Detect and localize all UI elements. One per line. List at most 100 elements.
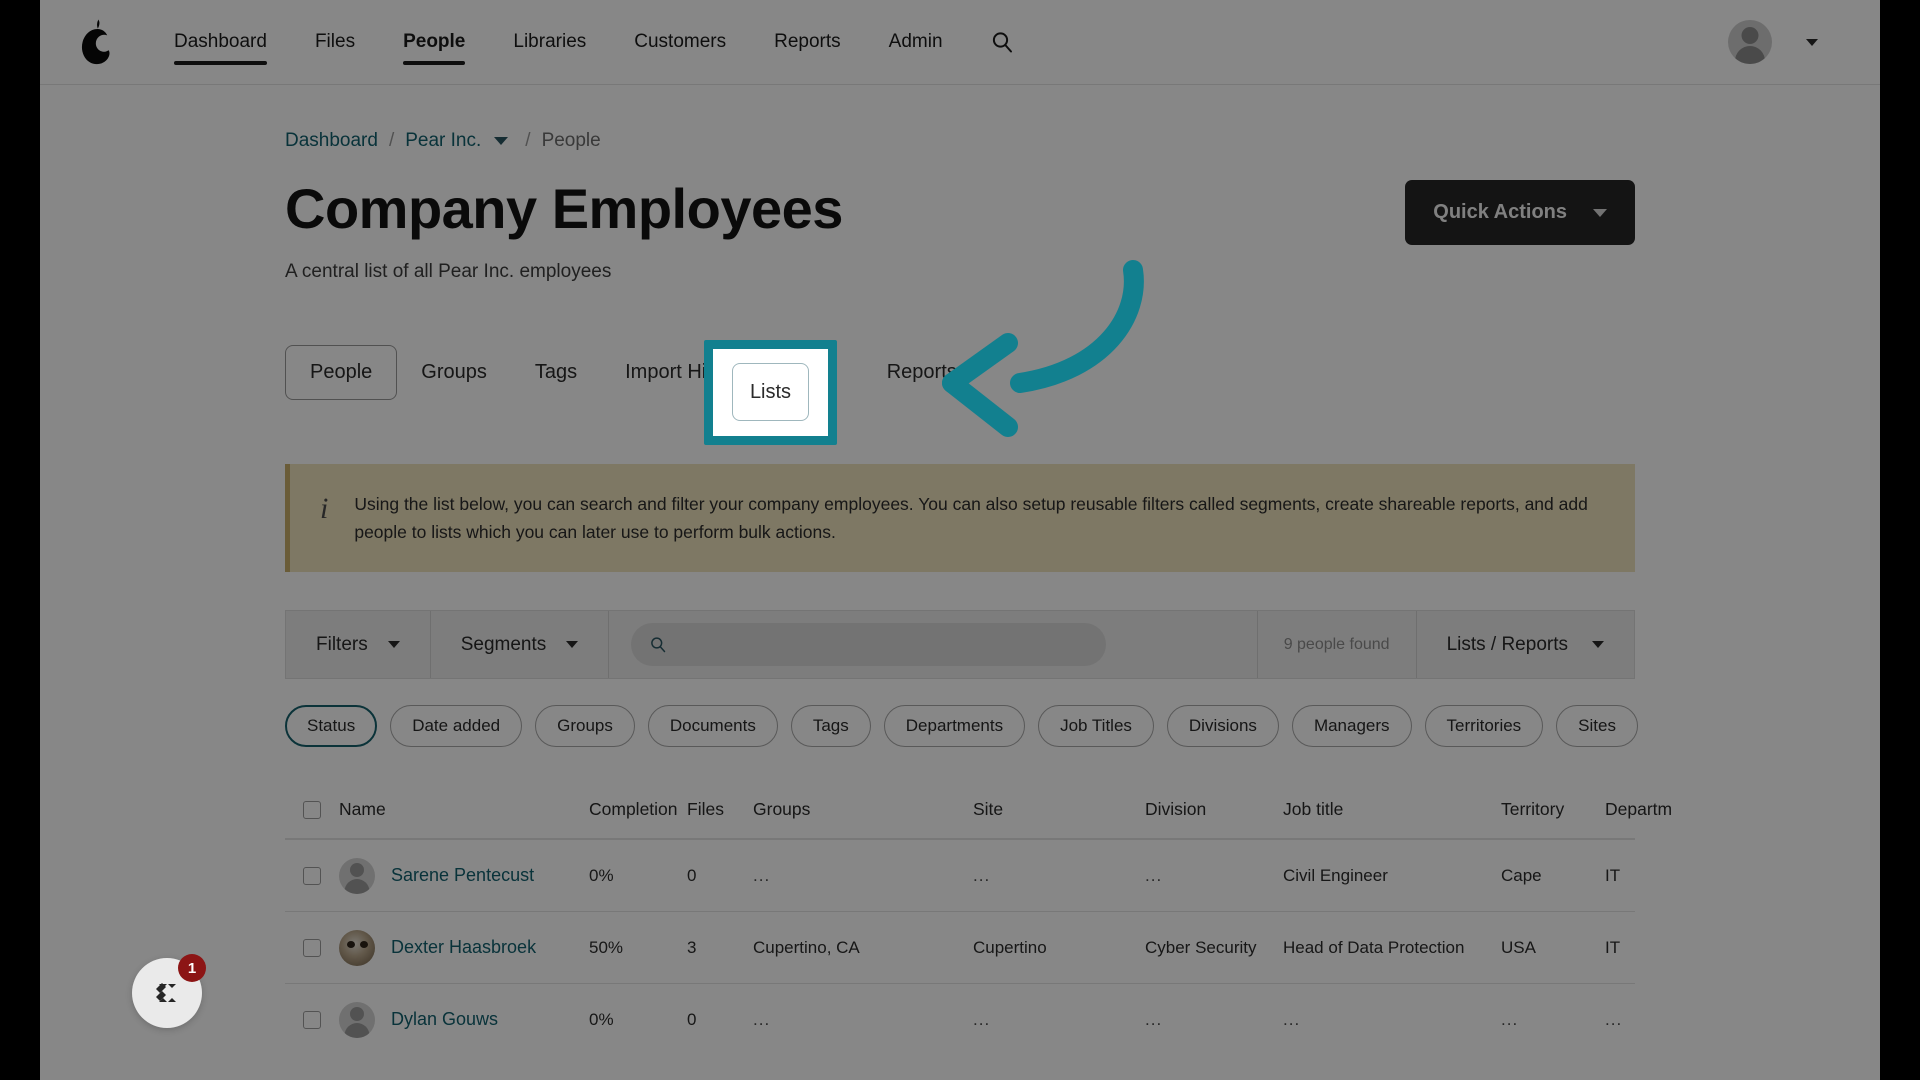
select-all-checkbox[interactable] [303,801,321,819]
lists-reports-dropdown[interactable]: Lists / Reports [1417,611,1634,678]
nav-item-dashboard[interactable]: Dashboard [150,1,291,83]
avatar [339,858,375,894]
column-header-name[interactable]: Name [339,799,589,820]
search-box[interactable] [631,623,1106,666]
chevron-down-icon [566,641,578,648]
page-subtitle: A central list of all Pear Inc. employee… [285,261,843,283]
screenshot-root: Dashboard Files People Libraries Custome… [0,0,1920,1080]
chevron-down-icon [1593,209,1607,217]
quick-actions-label: Quick Actions [1433,201,1567,224]
tab-tags[interactable]: Tags [511,346,601,399]
tab-label: Groups [421,361,487,383]
lists-reports-label: Lists / Reports [1447,634,1568,656]
chat-widget-button[interactable]: 1 [132,958,202,1028]
search-input[interactable] [679,635,1088,655]
filters-dropdown[interactable]: Filters [286,611,431,678]
chevron-down-icon[interactable] [494,137,508,145]
person-name-link[interactable]: Dylan Gouws [391,1009,498,1030]
chevron-down-icon[interactable] [1806,39,1818,46]
tab-label: Lists [750,381,791,404]
chevron-down-icon [388,641,400,648]
nav-label: Admin [889,31,943,52]
search-cell [609,611,1257,678]
row-completion: 0% [589,866,687,886]
column-header-groups[interactable]: Groups [753,799,973,820]
table-row[interactable]: Sarene Pentecust 0% 0 ... ... ... Civil … [285,839,1635,911]
row-name-cell: Sarene Pentecust [339,858,589,894]
row-site: ... [973,866,1145,886]
person-name-link[interactable]: Sarene Pentecust [391,865,534,886]
segments-dropdown[interactable]: Segments [431,611,610,678]
nav-right-cluster [1728,20,1848,64]
logo-link[interactable] [40,19,150,65]
chip-label: Date added [412,716,500,735]
nav-label: Libraries [513,31,586,52]
select-all-cell [285,801,339,819]
chip-managers[interactable]: Managers [1292,705,1412,747]
chip-groups[interactable]: Groups [535,705,635,747]
table-row[interactable]: Dexter Haasbroek 50% 3 Cupertino, CA Cup… [285,911,1635,983]
nav-item-reports[interactable]: Reports [750,1,865,83]
chat-unread-badge: 1 [178,954,206,982]
column-header-files[interactable]: Files [687,799,753,820]
quick-actions-button[interactable]: Quick Actions [1405,180,1635,245]
nav-item-customers[interactable]: Customers [610,1,750,83]
chip-label: Territories [1447,716,1522,735]
row-checkbox[interactable] [303,867,321,885]
column-header-department[interactable]: Departm [1605,799,1715,820]
row-department: IT [1605,938,1715,958]
column-header-job-title[interactable]: Job title [1283,799,1501,820]
nav-item-files[interactable]: Files [291,1,379,83]
avatar[interactable] [1728,20,1772,64]
chip-divisions[interactable]: Divisions [1167,705,1279,747]
row-territory: Cape [1501,866,1605,886]
chip-departments[interactable]: Departments [884,705,1025,747]
info-icon: i [320,490,328,524]
pear-logo-icon [78,19,112,65]
row-name-cell: Dylan Gouws [339,1002,589,1038]
chip-date-added[interactable]: Date added [390,705,522,747]
column-header-completion[interactable]: Completion [589,799,687,820]
row-job-title: Civil Engineer [1283,866,1501,886]
table-row[interactable]: Dylan Gouws 0% 0 ... ... ... ... ... ... [285,983,1635,1055]
chip-job-titles[interactable]: Job Titles [1038,705,1154,747]
chip-territories[interactable]: Territories [1425,705,1544,747]
filter-chip-row: Status Date added Groups Documents Tags … [285,705,1635,747]
breadcrumb-separator: / [525,130,530,152]
chip-status[interactable]: Status [285,705,377,747]
tab-groups[interactable]: Groups [397,346,511,399]
row-site: ... [973,1010,1145,1030]
table-header-row: Name Completion Files Groups Site Divisi… [285,781,1635,839]
nav-item-admin[interactable]: Admin [865,1,967,83]
search-icon[interactable] [985,25,1019,59]
breadcrumb-dashboard[interactable]: Dashboard [285,130,378,152]
row-checkbox[interactable] [303,1011,321,1029]
row-checkbox[interactable] [303,939,321,957]
row-completion: 0% [589,1010,687,1030]
tab-people[interactable]: People [285,345,397,400]
chip-label: Divisions [1189,716,1257,735]
chip-label: Tags [813,716,849,735]
column-header-site[interactable]: Site [973,799,1145,820]
people-table: Name Completion Files Groups Site Divisi… [285,781,1635,1055]
row-site: Cupertino [973,938,1145,958]
chip-tags[interactable]: Tags [791,705,871,747]
chip-documents[interactable]: Documents [648,705,778,747]
column-header-territory[interactable]: Territory [1501,799,1605,820]
avatar [339,930,375,966]
breadcrumb: Dashboard / Pear Inc. / People [285,85,1635,152]
tab-reports[interactable]: Reports [863,346,981,399]
breadcrumb-company[interactable]: Pear Inc. [405,130,481,152]
chip-label: Groups [557,716,613,735]
nav-item-libraries[interactable]: Libraries [489,1,610,83]
column-header-division[interactable]: Division [1145,799,1283,820]
filter-toolbar: Filters Segments [285,610,1635,679]
person-name-link[interactable]: Dexter Haasbroek [391,937,536,958]
nav-item-people[interactable]: People [379,1,489,83]
tab-lists[interactable]: Lists [732,363,809,421]
segments-label: Segments [461,634,547,656]
row-select-cell [285,939,339,957]
nav-label: Customers [634,31,726,52]
row-name-cell: Dexter Haasbroek [339,930,589,966]
chip-sites[interactable]: Sites [1556,705,1638,747]
